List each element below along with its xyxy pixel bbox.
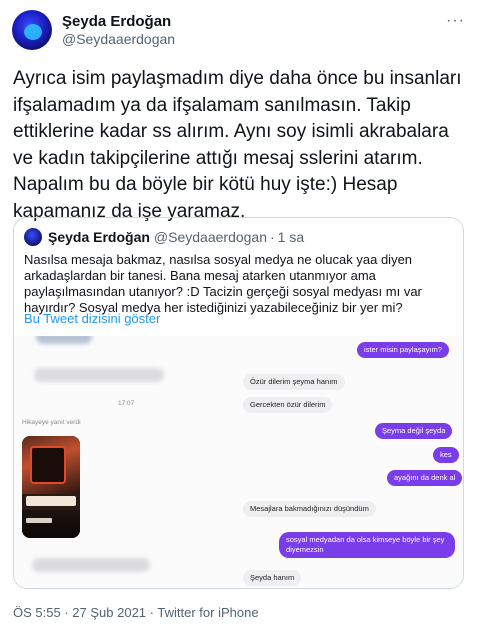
message-bubble: Mesajlara bakmadığınızı düşündüm xyxy=(243,501,376,517)
message-bubble: Özür dilerim şeyma hanım xyxy=(243,374,345,390)
quoted-avatar xyxy=(24,228,42,246)
tweet-time[interactable]: ÖS 5:55 xyxy=(13,605,61,620)
tweet-text: Ayrıca isim paylaşmadım diye daha önce b… xyxy=(13,68,462,222)
blurred-message xyxy=(32,558,150,572)
message-bubble: ister misin paylaşayım? xyxy=(357,342,449,358)
quoted-author-handle: @Seydaaerdogan xyxy=(153,229,267,245)
separator-dot: · xyxy=(149,605,154,620)
separator-dot: · xyxy=(64,605,69,620)
message-bubble: ayağını da denk al xyxy=(387,470,463,486)
chat-screenshot[interactable]: ister misin paylaşayım? 17:07 Özür diler… xyxy=(14,336,463,588)
chat-time-separator: 17:07 xyxy=(118,400,135,407)
avatar[interactable] xyxy=(12,10,52,50)
quoted-dot: · xyxy=(270,229,275,245)
story-thumbnail[interactable] xyxy=(22,436,80,538)
quoted-age: 1 sa xyxy=(277,229,305,245)
message-bubble: Şeyma değil şeyda xyxy=(375,423,453,439)
tweet: Şeyda Erdoğan @Seydaaerdogan ··· Ayrıca … xyxy=(0,0,479,634)
message-bubble: Şeyda hanım xyxy=(243,570,302,586)
story-reply-label: Hikayeye yanıt verdi xyxy=(22,419,81,426)
avatar-graphic xyxy=(24,24,42,40)
quoted-tweet[interactable]: Şeyda Erdoğan @Seydaaerdogan · 1 sa Nası… xyxy=(13,217,464,589)
quoted-author-name: Şeyda Erdoğan xyxy=(48,229,150,245)
message-bubble: sosyal medyadan da olsa kimseye böyle bi… xyxy=(279,532,455,558)
blurred-image-fragment xyxy=(36,336,92,344)
message-bubble: Gercekten özür dilerim xyxy=(243,397,333,413)
message-bubble: kes xyxy=(433,447,459,463)
quoted-header: Şeyda Erdoğan @Seydaaerdogan · 1 sa xyxy=(24,228,304,246)
tweet-date[interactable]: 27 Şub 2021 xyxy=(72,605,146,620)
quoted-text: Nasılsa mesaja bakmaz, nasılsa sosyal me… xyxy=(24,252,422,315)
tweet-metadata: ÖS 5:55 · 27 Şub 2021 · Twitter for iPho… xyxy=(13,605,259,620)
more-menu-icon[interactable]: ··· xyxy=(446,12,465,30)
blurred-message xyxy=(34,368,164,382)
author-handle[interactable]: @Seydaaerdogan xyxy=(62,31,175,47)
tweet-source[interactable]: Twitter for iPhone xyxy=(157,605,258,620)
show-thread-link[interactable]: Bu Tweet dizisini göster xyxy=(24,311,160,326)
author-name[interactable]: Şeyda Erdoğan xyxy=(62,13,171,30)
